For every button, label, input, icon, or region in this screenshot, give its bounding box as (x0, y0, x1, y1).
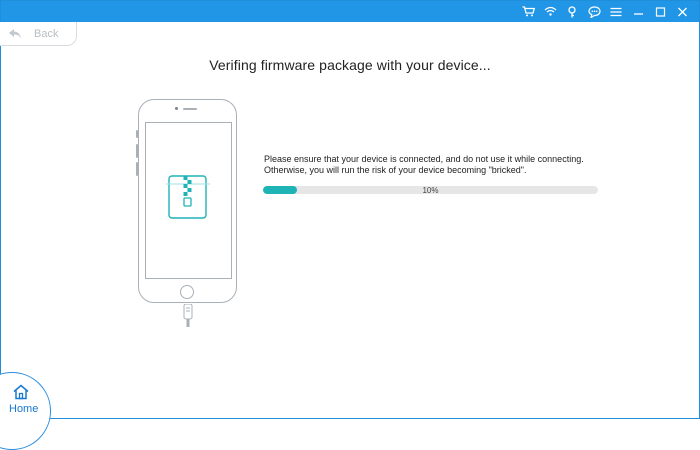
minimize-icon[interactable] (627, 3, 649, 20)
phone-speaker (183, 108, 197, 110)
warning-message: Please ensure that your device is connec… (264, 154, 624, 176)
key-icon[interactable] (539, 3, 561, 20)
menu-icon[interactable] (605, 3, 627, 20)
close-icon[interactable] (671, 3, 693, 20)
firmware-package-icon (166, 175, 210, 219)
back-button[interactable]: Back (0, 22, 77, 46)
phone-side-button (136, 162, 138, 176)
phone-camera (175, 107, 178, 110)
phone-side-button (136, 130, 138, 138)
lightning-cable-icon (183, 304, 193, 327)
page-title: Verifing firmware package with your devi… (209, 57, 491, 73)
cart-icon[interactable] (517, 3, 539, 20)
progress-percent: 10% (422, 186, 439, 195)
window-controls (517, 3, 693, 20)
warning-line-2: Otherwise, you will run the risk of your… (264, 165, 527, 175)
home-icon[interactable] (12, 384, 30, 400)
phone-side-button (136, 144, 138, 158)
feedback-icon[interactable] (583, 3, 605, 20)
back-arrow-icon (9, 28, 21, 38)
key-icon[interactable] (561, 3, 583, 20)
phone-home-button (180, 285, 194, 299)
warning-line-1: Please ensure that your device is connec… (264, 154, 584, 164)
back-label: Back (34, 27, 59, 40)
maximize-icon[interactable] (649, 3, 671, 20)
title-bar (1, 1, 699, 22)
home-label[interactable]: Home (9, 403, 38, 415)
